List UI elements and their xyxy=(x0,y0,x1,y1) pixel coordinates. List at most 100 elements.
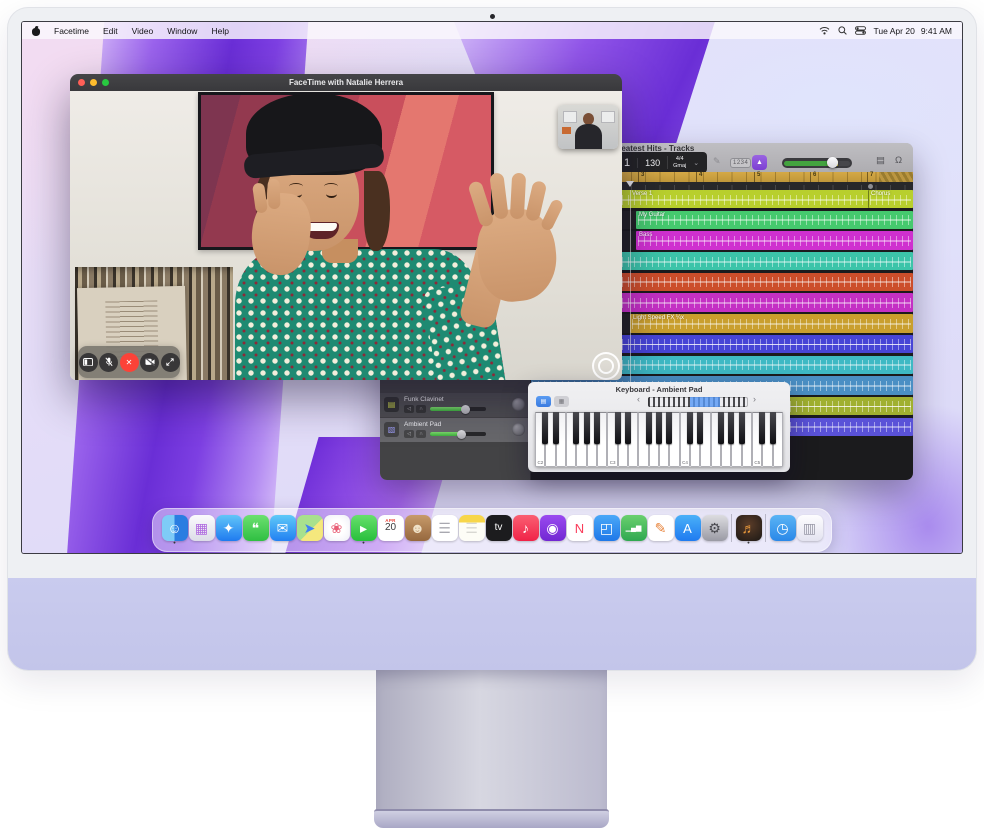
app-tile[interactable]: APR 20 xyxy=(378,515,404,541)
piano-black-key[interactable] xyxy=(728,412,734,444)
track-header-row[interactable]: ▧ Ambient Pad ◁ ∩ xyxy=(380,418,530,442)
screen-share-icon[interactable] xyxy=(161,353,180,372)
volume-knob[interactable] xyxy=(827,157,838,168)
dock-app-icon[interactable]: ♪ xyxy=(513,515,539,545)
app-tile[interactable]: ☻ xyxy=(405,515,431,541)
app-tile[interactable]: ☰ xyxy=(459,515,485,541)
octave-range-strip[interactable] xyxy=(648,397,748,407)
menu-item[interactable]: Help xyxy=(211,26,228,36)
piano-black-key[interactable] xyxy=(666,412,672,444)
count-in-button[interactable]: 1234 xyxy=(730,158,751,168)
end-call-icon[interactable]: ✕ xyxy=(120,353,139,372)
master-volume-slider[interactable] xyxy=(782,158,852,168)
pencil-icon[interactable]: ✎ xyxy=(713,156,721,167)
wifi-icon[interactable] xyxy=(819,26,830,35)
app-tile[interactable]: ▸ xyxy=(351,515,377,541)
loop-browser-icon[interactable]: Ω xyxy=(895,155,902,166)
dock-app-icon[interactable]: ⚙ xyxy=(702,515,728,545)
piano-black-key[interactable] xyxy=(542,412,548,444)
dock-app-icon[interactable]: ☻ xyxy=(405,515,431,545)
dock-app-icon[interactable]: ◉ xyxy=(540,515,566,545)
app-tile[interactable]: ❀ xyxy=(324,515,350,541)
lcd-display[interactable]: 1 130 4/4Gmaj ⌄ xyxy=(615,152,707,173)
piano-black-key[interactable] xyxy=(656,412,662,444)
dock-app-icon[interactable]: APR 20 xyxy=(378,515,404,545)
dock-app-icon[interactable]: ❝ xyxy=(243,515,269,545)
track-volume-slider[interactable] xyxy=(430,407,486,411)
piano-black-key[interactable] xyxy=(687,412,693,444)
dock-app-icon[interactable]: ▥ xyxy=(797,515,823,545)
app-tile[interactable]: ◉ xyxy=(540,515,566,541)
scale-mode-button[interactable]: ▦ xyxy=(554,396,569,407)
dock-app-icon[interactable]: ☰ xyxy=(459,515,485,545)
dock-app-icon[interactable]: ◰ xyxy=(594,515,620,545)
mic-off-icon[interactable] xyxy=(99,353,118,372)
dock-app-icon[interactable]: A xyxy=(675,515,701,545)
app-tile[interactable]: N xyxy=(567,515,593,541)
dock-app-icon[interactable]: ▦ xyxy=(189,515,215,545)
app-tile[interactable]: ◰ xyxy=(594,515,620,541)
chevron-down-icon[interactable]: ⌄ xyxy=(691,159,699,167)
app-tile[interactable]: ☰ xyxy=(432,515,458,541)
track-volume-slider[interactable] xyxy=(430,432,486,436)
app-tile[interactable]: ◷ xyxy=(770,515,796,541)
octave-right-arrow[interactable]: › xyxy=(753,394,756,404)
track-header-row[interactable]: ▤ Funk Clavinet ◁ ∩ xyxy=(380,393,530,417)
menu-item[interactable]: Facetime xyxy=(54,26,89,36)
piano-black-key[interactable] xyxy=(770,412,776,444)
piano-black-key[interactable] xyxy=(646,412,652,444)
gb-region[interactable]: Light Speed FX ¼x xyxy=(630,314,913,332)
gb-region[interactable]: My Guitar xyxy=(636,211,913,229)
control-center-icon[interactable] xyxy=(855,26,866,35)
apple-menu-icon[interactable] xyxy=(31,26,40,36)
app-tile[interactable]: ♬ xyxy=(736,515,762,541)
pan-knob[interactable] xyxy=(512,423,525,436)
facetime-window[interactable]: FaceTime with Natalie Herrera xyxy=(70,74,622,380)
piano-black-key[interactable] xyxy=(718,412,724,444)
volume-knob[interactable] xyxy=(461,405,470,414)
app-tile[interactable]: ☺ xyxy=(162,515,188,541)
app-tile[interactable]: ♪ xyxy=(513,515,539,541)
app-tile[interactable]: ✎ xyxy=(648,515,674,541)
piano-black-key[interactable] xyxy=(759,412,765,444)
menu-item[interactable]: Video xyxy=(132,26,154,36)
piano-black-key[interactable] xyxy=(625,412,631,444)
gb-region[interactable]: Chorus xyxy=(868,190,913,208)
display-mode-icon[interactable]: ▤ xyxy=(876,155,885,166)
piano-black-key[interactable] xyxy=(594,412,600,444)
dock-app-icon[interactable]: ✎ xyxy=(648,515,674,545)
gb-region[interactable]: Bass xyxy=(636,231,913,249)
dock-app-icon[interactable]: ☰ xyxy=(432,515,458,545)
piano-black-key[interactable] xyxy=(573,412,579,444)
app-tile[interactable]: ❝ xyxy=(243,515,269,541)
piano-black-key[interactable] xyxy=(697,412,703,444)
dock-app-icon[interactable]: ♬ ● xyxy=(736,515,762,545)
app-tile[interactable]: ⚙ xyxy=(702,515,728,541)
dock-app-icon[interactable]: ☺ ● xyxy=(162,515,188,545)
octave-left-arrow[interactable]: ‹ xyxy=(637,394,640,404)
dock-app-icon[interactable]: N xyxy=(567,515,593,545)
dock-app-icon[interactable]: ❀ xyxy=(324,515,350,545)
dock-app-icon[interactable]: ▁▄▆ xyxy=(621,515,647,545)
headphones-button[interactable]: ∩ xyxy=(416,405,426,413)
app-tile[interactable]: ✉ xyxy=(270,515,296,541)
dock-app-icon[interactable]: ✦ xyxy=(216,515,242,545)
mute-button[interactable]: ◁ xyxy=(404,405,414,413)
self-view-pip[interactable] xyxy=(558,105,618,149)
headphones-button[interactable]: ∩ xyxy=(416,430,426,438)
camera-off-icon[interactable] xyxy=(140,353,159,372)
pan-knob[interactable] xyxy=(512,398,525,411)
piano-black-key[interactable] xyxy=(739,412,745,444)
dock-app-icon[interactable]: ✉ xyxy=(270,515,296,545)
menu-item[interactable]: Window xyxy=(167,26,197,36)
app-tile[interactable]: ▁▄▆ xyxy=(621,515,647,541)
app-tile[interactable]: ➤ xyxy=(297,515,323,541)
mute-button[interactable]: ◁ xyxy=(404,430,414,438)
dock-app-icon[interactable]: tv xyxy=(486,515,512,545)
dock-app-icon[interactable]: ◷ xyxy=(770,515,796,545)
dock-app-icon[interactable]: ➤ xyxy=(297,515,323,545)
dock-app-icon[interactable]: ▸ ● xyxy=(351,515,377,545)
piano-black-key[interactable] xyxy=(615,412,621,444)
app-tile[interactable]: A xyxy=(675,515,701,541)
octave-selection[interactable] xyxy=(690,397,720,407)
